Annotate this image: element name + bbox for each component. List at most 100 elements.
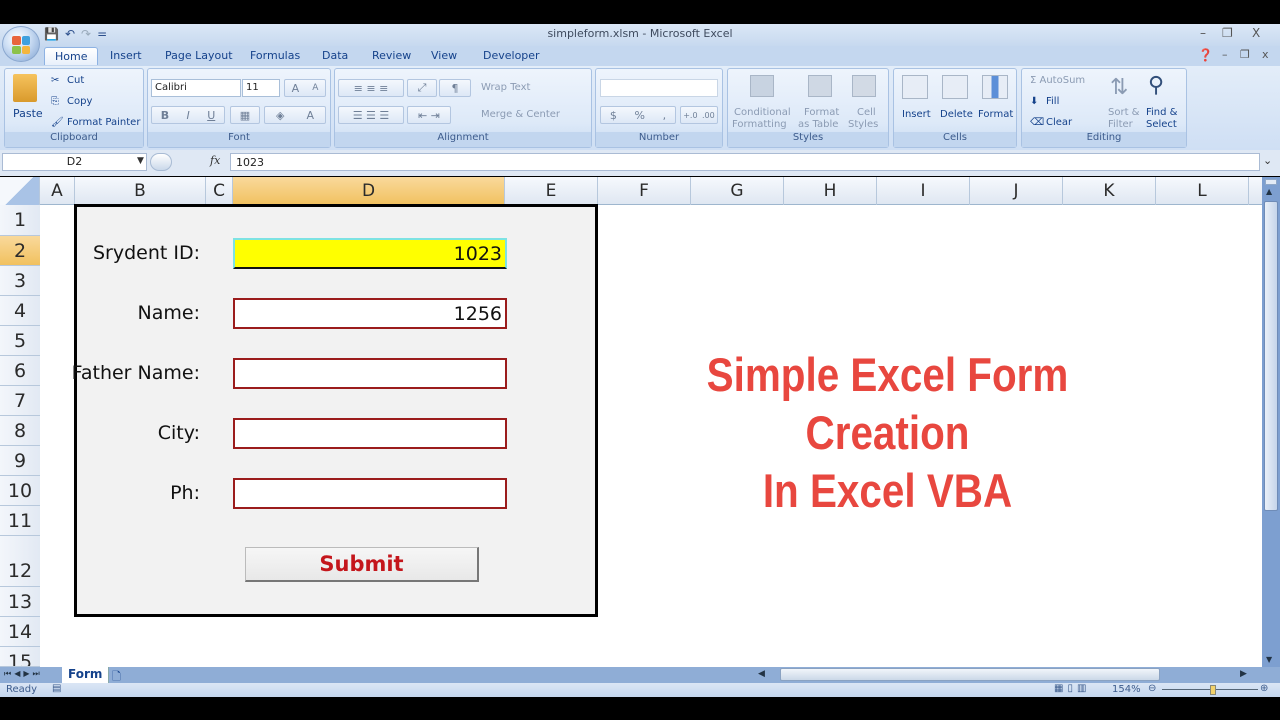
delete-button[interactable]: Delete [940,109,973,120]
undo-icon[interactable]: ↶ [65,27,75,41]
submit-button[interactable]: Submit [245,547,479,582]
zoom-out-icon[interactable]: ⊖ [1148,683,1156,694]
tab-review[interactable]: Review [372,49,411,62]
font-name-select[interactable]: Calibri [151,79,241,97]
column-header[interactable]: G [691,177,784,205]
conditional-formatting-button[interactable]: Conditional [734,107,791,118]
vertical-align-buttons[interactable]: ≡ ≡ ≡ [338,79,404,97]
scroll-down-icon[interactable]: ▼ [1266,655,1272,664]
restore-button[interactable]: ❐ [1222,26,1233,40]
tab-home[interactable]: Home [44,47,99,65]
redo-icon[interactable]: ↷ [81,27,91,41]
tab-view[interactable]: View [431,49,457,62]
row-header[interactable]: 13 [0,587,40,617]
orientation-button[interactable]: ⤢ [407,79,437,97]
cut-button[interactable]: Cut [67,75,84,86]
column-header[interactable]: F [598,177,691,205]
column-header[interactable]: E [505,177,598,205]
customize-qat-icon[interactable]: = [97,27,107,41]
row-header[interactable]: 8 [0,416,40,446]
column-header[interactable]: A [40,177,75,205]
zoom-in-icon[interactable]: ⊕ [1260,683,1268,694]
horizontal-scroll-thumb[interactable] [780,668,1160,681]
office-button[interactable] [2,26,40,62]
workbook-close-button[interactable]: x [1262,48,1269,61]
row-header[interactable]: 15 [0,647,40,667]
row-header[interactable]: 1 [0,205,40,236]
fill-font-color-buttons[interactable]: ◈ A [264,106,326,124]
row-header[interactable]: 7 [0,386,40,416]
formula-input[interactable]: 1023 [230,153,1260,171]
borders-button[interactable]: ▦ [230,106,260,124]
insert-function-button[interactable]: fx [210,154,220,167]
select-all-button[interactable] [0,177,40,205]
row-header[interactable]: 14 [0,617,40,647]
currency-percent-comma-buttons[interactable]: $%, [600,106,676,124]
format-as-table-button[interactable]: Format [804,107,839,118]
tab-developer[interactable]: Developer [483,49,540,62]
wrap-text-button[interactable]: Wrap Text [481,82,530,93]
student-id-input[interactable]: 1023 [233,238,507,269]
decimal-buttons[interactable]: +.0.00 [680,106,718,124]
minimize-button[interactable]: – [1200,26,1206,40]
format-painter-button[interactable]: Format Painter [67,117,140,128]
view-buttons[interactable]: ▦▯▥ [1054,683,1090,694]
column-header[interactable]: L [1156,177,1249,205]
paste-icon[interactable] [13,74,37,102]
sort-filter-button[interactable]: Sort & [1108,107,1139,118]
row-header[interactable]: 3 [0,266,40,296]
row-header-selected[interactable]: 2 [0,236,40,266]
row-header[interactable]: 10 [0,476,40,506]
column-header[interactable]: H [784,177,877,205]
fill-button[interactable]: Fill [1046,96,1059,107]
scroll-right-icon[interactable]: ▶ [1240,669,1247,679]
row-header[interactable]: 6 [0,356,40,386]
format-button[interactable]: Format [978,109,1013,120]
workbook-restore-button[interactable]: ❐ [1240,48,1250,61]
split-box[interactable] [1265,179,1277,185]
tab-page-layout[interactable]: Page Layout [165,49,233,62]
underline-button[interactable]: U [207,109,215,122]
sheet-tab-form[interactable]: Form [62,667,110,683]
macro-record-icon[interactable]: ▤ [52,683,61,694]
vertical-scrollbar[interactable]: ▲ ▼ [1262,177,1280,667]
italic-button[interactable]: I [187,109,190,122]
help-icon[interactable]: ❓ [1198,48,1213,62]
column-header[interactable]: I [877,177,970,205]
copy-button[interactable]: Copy [67,96,92,107]
column-header[interactable]: K [1063,177,1156,205]
vertical-scroll-thumb[interactable] [1264,201,1278,511]
formula-expand-handle[interactable] [150,153,172,171]
tab-formulas[interactable]: Formulas [250,49,300,62]
row-header[interactable]: 5 [0,326,40,356]
save-icon[interactable]: 💾 [44,27,59,41]
column-header[interactable]: C [206,177,233,205]
column-header-selected[interactable]: D [233,177,505,205]
workbook-minimize-button[interactable]: – [1222,48,1228,61]
tab-insert[interactable]: Insert [110,49,142,62]
row-header[interactable]: 4 [0,296,40,326]
insert-button[interactable]: Insert [902,109,931,120]
zoom-level[interactable]: 154% [1112,684,1141,695]
sheet-navigation-buttons[interactable]: ⏮◀▶⏭ [4,669,43,679]
autosum-button[interactable]: Σ AutoSum [1030,75,1085,86]
text-direction-button[interactable]: ¶ [439,79,471,97]
grow-shrink-font-buttons[interactable]: AA [284,79,326,97]
font-size-select[interactable]: 11 [242,79,280,97]
expand-formula-bar-icon[interactable]: ⌄ [1263,154,1272,167]
name-input[interactable]: 1256 [233,298,507,329]
phone-input[interactable] [233,478,507,509]
bold-italic-underline-buttons[interactable]: B I U [151,106,225,124]
indent-buttons[interactable]: ⇤ ⇥ [407,106,451,124]
clear-button[interactable]: Clear [1046,117,1072,128]
scroll-left-icon[interactable]: ◀ [758,669,765,679]
column-header[interactable]: J [970,177,1063,205]
city-input[interactable] [233,418,507,449]
tab-data[interactable]: Data [322,49,348,62]
column-header[interactable]: B [75,177,206,205]
cell-styles-button[interactable]: Cell [857,107,876,118]
row-header[interactable]: 11 [0,506,40,536]
name-box-dropdown-icon[interactable]: ▼ [137,156,144,166]
zoom-slider-handle[interactable] [1210,685,1216,695]
row-header[interactable]: 9 [0,446,40,476]
